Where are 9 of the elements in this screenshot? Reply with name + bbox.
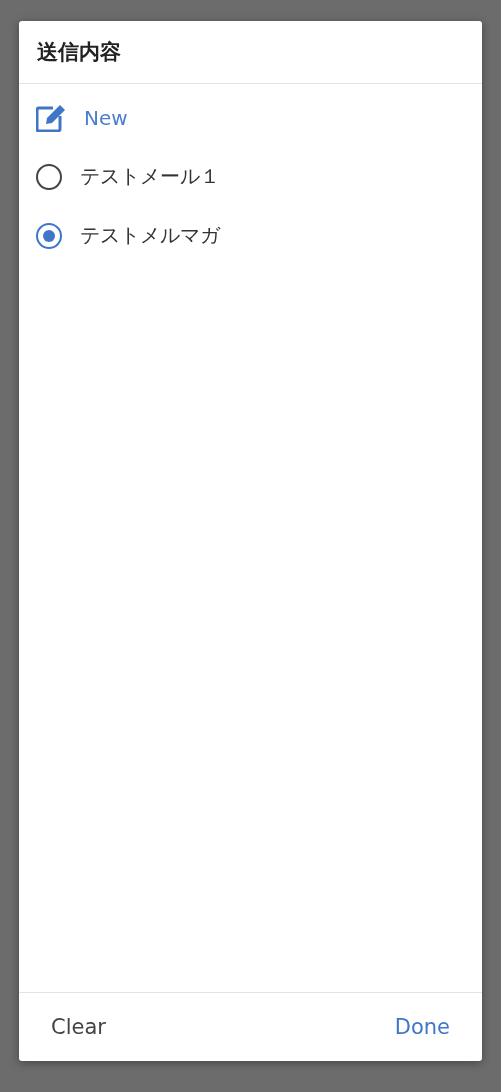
edit-icon: [36, 103, 66, 132]
new-item[interactable]: New: [19, 88, 482, 147]
dialog-title: 送信内容: [37, 39, 121, 66]
radio-button[interactable]: [36, 222, 62, 249]
option-item[interactable]: テストメール１: [19, 147, 482, 206]
done-button[interactable]: Done: [394, 1011, 450, 1043]
option-item[interactable]: テストメルマガ: [19, 206, 482, 265]
radio-button[interactable]: [36, 163, 62, 190]
clear-button[interactable]: Clear: [51, 1011, 106, 1043]
